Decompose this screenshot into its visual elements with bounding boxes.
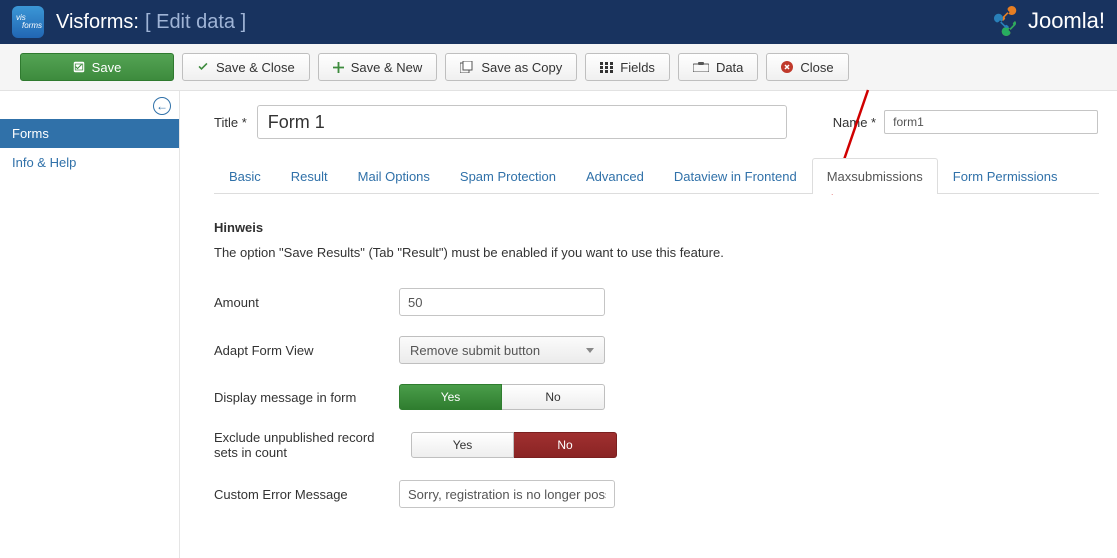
close-label: Close <box>800 60 833 75</box>
data-label: Data <box>716 60 743 75</box>
grid-icon <box>600 62 613 73</box>
customerr-label: Custom Error Message <box>214 487 399 502</box>
joomla-icon <box>994 6 1024 36</box>
main: ← Forms Info & Help Title * Name * Basic… <box>0 91 1117 558</box>
field-exclude-unpublished: Exclude unpublished record sets in count… <box>214 430 1099 460</box>
close-button[interactable]: Close <box>766 53 848 81</box>
joomla-logo: Joomla! <box>994 6 1105 36</box>
logo-text-2: forms <box>22 22 44 30</box>
page-title: Visforms: <box>56 11 139 34</box>
hint-body: The option "Save Results" (Tab "Result")… <box>214 245 1099 260</box>
save-label: Save <box>92 60 122 75</box>
field-custom-error: Custom Error Message <box>214 480 1099 508</box>
tab-pane: Hinweis The option "Save Results" (Tab "… <box>214 194 1099 508</box>
tab-permissions[interactable]: Form Permissions <box>938 158 1073 194</box>
field-adapt-view: Adapt Form View Remove submit button <box>214 336 1099 364</box>
tabs: Basic Result Mail Options Spam Protectio… <box>214 157 1099 194</box>
save-new-label: Save & New <box>351 60 423 75</box>
title-row: Title * Name * <box>214 105 1099 139</box>
displaymsg-label: Display message in form <box>214 390 399 405</box>
brand-right: Joomla! <box>994 6 1105 36</box>
tab-dataview[interactable]: Dataview in Frontend <box>659 158 812 194</box>
arrow-left-icon: ← <box>156 99 168 113</box>
close-icon <box>781 61 793 73</box>
copy-icon <box>460 61 474 73</box>
save-copy-label: Save as Copy <box>481 60 562 75</box>
sidebar-help-label: Info & Help <box>12 155 76 170</box>
tab-spam-protection[interactable]: Spam Protection <box>445 158 571 194</box>
yes-label: Yes <box>441 390 461 404</box>
page-subtitle: [ Edit data ] <box>145 11 246 34</box>
joomla-text: Joomla! <box>1028 8 1105 34</box>
sidebar-collapse-row: ← <box>0 91 179 119</box>
name-input[interactable] <box>884 110 1098 134</box>
tab-basic-label: Basic <box>229 169 261 184</box>
tab-perm-label: Form Permissions <box>953 169 1058 184</box>
customerr-input[interactable] <box>399 480 615 508</box>
fields-label: Fields <box>620 60 655 75</box>
field-display-message: Display message in form Yes No <box>214 384 1099 410</box>
displaymsg-yes[interactable]: Yes <box>399 384 502 410</box>
title-input[interactable] <box>257 105 787 139</box>
check-icon <box>197 61 209 73</box>
tab-maxsubmissions[interactable]: Maxsubmissions <box>812 158 938 194</box>
title-label: Title * <box>214 115 247 130</box>
save-button[interactable]: Save <box>20 53 174 81</box>
tab-advanced-label: Advanced <box>586 169 644 184</box>
adapt-label: Adapt Form View <box>214 343 399 358</box>
sidebar: ← Forms Info & Help <box>0 91 180 558</box>
tab-basic[interactable]: Basic <box>214 158 276 194</box>
tab-result-label: Result <box>291 169 328 184</box>
tab-advanced[interactable]: Advanced <box>571 158 659 194</box>
chevron-down-icon <box>586 348 594 353</box>
yes-label-2: Yes <box>453 438 473 452</box>
toolbar: Save Save & Close Save & New Save as Cop… <box>0 44 1117 91</box>
no-label-2: No <box>557 438 572 452</box>
name-label: Name * <box>833 115 876 130</box>
save-close-label: Save & Close <box>216 60 295 75</box>
amount-label: Amount <box>214 295 399 310</box>
exclude-toggle: Yes No <box>411 432 617 458</box>
save-close-button[interactable]: Save & Close <box>182 53 310 81</box>
data-button[interactable]: Data <box>678 53 758 81</box>
tab-result[interactable]: Result <box>276 158 343 194</box>
save-copy-button[interactable]: Save as Copy <box>445 53 577 81</box>
tab-dataview-label: Dataview in Frontend <box>674 169 797 184</box>
field-amount: Amount <box>214 288 1099 316</box>
name-area: Name * <box>833 110 1098 134</box>
no-label: No <box>545 390 560 404</box>
sidebar-item-info-help[interactable]: Info & Help <box>0 148 179 177</box>
tab-spam-label: Spam Protection <box>460 169 556 184</box>
apply-icon <box>73 61 85 73</box>
adapt-select[interactable]: Remove submit button <box>399 336 605 364</box>
tab-mail-label: Mail Options <box>358 169 430 184</box>
exclude-yes[interactable]: Yes <box>411 432 514 458</box>
displaymsg-toggle: Yes No <box>399 384 605 410</box>
drawer-icon <box>693 62 709 72</box>
topbar: vis forms Visforms: [ Edit data ] Joomla… <box>0 0 1117 44</box>
tab-maxsub-label: Maxsubmissions <box>827 169 923 184</box>
save-new-button[interactable]: Save & New <box>318 53 438 81</box>
fields-button[interactable]: Fields <box>585 53 670 81</box>
content: Title * Name * Basic Result Mail Options… <box>180 91 1117 558</box>
tab-mail-options[interactable]: Mail Options <box>343 158 445 194</box>
displaymsg-no[interactable]: No <box>502 384 605 410</box>
hint-heading: Hinweis <box>214 220 1099 235</box>
exclude-label: Exclude unpublished record sets in count <box>214 430 399 460</box>
amount-input[interactable] <box>399 288 605 316</box>
sidebar-item-forms[interactable]: Forms <box>0 119 179 148</box>
sidebar-forms-label: Forms <box>12 126 49 141</box>
brand-logo: vis forms <box>12 6 44 38</box>
exclude-no[interactable]: No <box>514 432 617 458</box>
collapse-sidebar-button[interactable]: ← <box>153 97 171 115</box>
adapt-select-value: Remove submit button <box>410 343 540 358</box>
plus-icon <box>333 62 344 73</box>
